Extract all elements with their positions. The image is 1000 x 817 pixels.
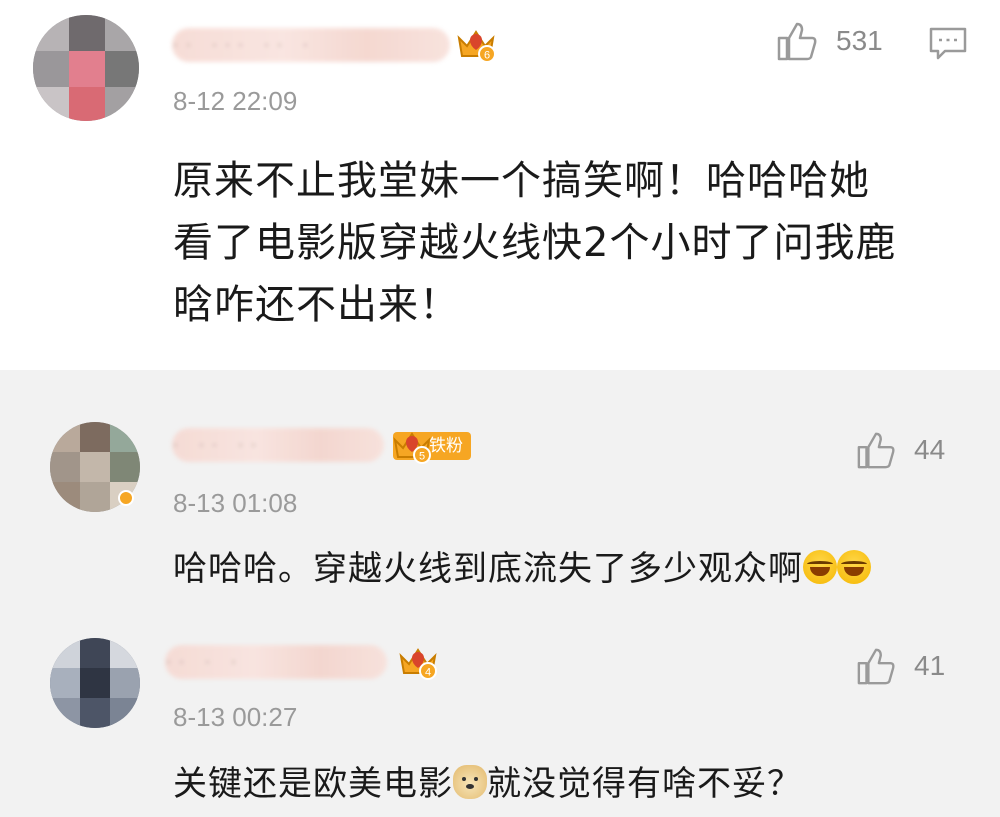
comment-time: 8-13 00:27	[173, 702, 298, 732]
like-button[interactable]: 41	[856, 646, 945, 686]
like-button[interactable]: 44	[856, 430, 945, 470]
avatar[interactable]	[33, 15, 139, 121]
comment-line: 原来不止我堂妹一个搞笑啊！哈哈哈她	[173, 158, 870, 204]
crown-icon: 5	[393, 432, 431, 464]
comment-icon[interactable]	[928, 26, 968, 62]
reply-text: 哈哈哈。穿越火线到底流失了多少观众啊	[173, 547, 871, 591]
reply-text-a: 关键还是欧美电影	[173, 764, 453, 804]
avatar[interactable]	[50, 638, 140, 728]
comment-time: 8-12 22:09	[173, 86, 298, 116]
verified-dot	[118, 490, 134, 506]
laugh-cry-emoji	[837, 550, 871, 584]
username[interactable]: ·· · ·	[165, 645, 387, 679]
level-number: 5	[419, 451, 425, 463]
comment-line: 看了电影版穿越火线快2个小时了问我鹿	[173, 220, 897, 266]
level-number: 6	[484, 50, 490, 62]
like-count: 531	[836, 25, 883, 56]
crown-icon: 6	[457, 30, 496, 63]
laugh-cry-emoji	[803, 550, 837, 584]
reply-text-b: 就没觉得有啥不妥？	[487, 764, 802, 804]
badge-label: 铁粉	[429, 436, 463, 456]
doge-emoji	[453, 765, 487, 799]
reply-text: 关键还是欧美电影 就没觉得有啥不妥？	[173, 762, 802, 806]
comment-text: 原来不止我堂妹一个搞笑啊！哈哈哈她 看了电影版穿越火线快2个小时了问我鹿 晗咋还…	[173, 150, 973, 336]
crown-icon: 4	[399, 648, 437, 680]
comment-line: 晗咋还不出来！	[173, 282, 460, 328]
comment-time: 8-13 01:08	[173, 488, 298, 518]
like-button[interactable]: 531	[776, 20, 883, 62]
level-number: 4	[425, 667, 431, 679]
thumbs-up-icon	[857, 432, 895, 469]
main-comment: ·· ··· ·· · 6 8-12 22:09 531 原来不止我堂妹一个搞笑…	[0, 0, 1000, 370]
username[interactable]: · ·· ··	[172, 428, 384, 462]
like-count: 41	[914, 650, 946, 681]
reply-list: · ·· ·· 铁粉 5 8-13 01:08 44 哈哈哈。穿越火线到底流失了…	[0, 395, 1000, 817]
reply-text-content: 哈哈哈。穿越火线到底流失了多少观众啊	[173, 549, 803, 589]
thumbs-up-icon	[777, 22, 817, 61]
like-count: 44	[914, 434, 946, 465]
username[interactable]: ·· ··· ·· ·	[172, 28, 450, 62]
thumbs-up-icon	[857, 648, 895, 685]
